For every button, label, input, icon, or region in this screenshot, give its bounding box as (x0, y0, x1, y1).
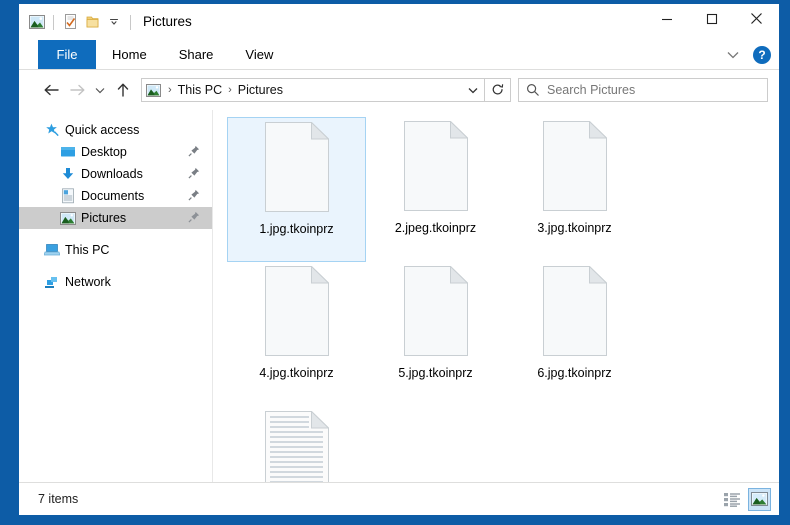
view-mode-buttons (721, 487, 771, 511)
sidebar-item-label: This PC (65, 243, 110, 257)
navigation-pane: Quick access Desktop Downloads Documents… (19, 110, 212, 482)
recent-locations-chevron-icon[interactable] (90, 77, 110, 103)
large-icons-view-button[interactable] (748, 487, 771, 511)
sidebar-item-label: Downloads (81, 167, 143, 181)
window-title: Pictures (143, 14, 192, 30)
file-name: 1.jpg.tkoinprz (259, 222, 334, 236)
sidebar-item-downloads[interactable]: Downloads (19, 163, 212, 185)
search-icon (519, 83, 547, 97)
tab-share[interactable]: Share (163, 40, 230, 69)
minimize-button[interactable] (644, 4, 689, 33)
file-item[interactable]: 1.jpg.tkoinprz (227, 117, 366, 262)
address-dropdown-chevron-icon[interactable] (462, 86, 484, 95)
this-pc-icon (43, 241, 61, 259)
back-button[interactable] (38, 77, 64, 103)
tab-home[interactable]: Home (96, 40, 163, 69)
title-bar: Pictures (19, 4, 779, 40)
main-area: Quick access Desktop Downloads Documents… (19, 110, 779, 515)
tab-view[interactable]: View (229, 40, 289, 69)
file-item[interactable]: 4.jpg.tkoinprz (227, 262, 366, 407)
documents-icon (59, 187, 77, 205)
window-controls (644, 4, 779, 33)
file-name: 5.jpg.tkoinprz (398, 366, 473, 380)
details-view-button[interactable] (721, 488, 744, 511)
sidebar-item-label: Desktop (81, 145, 127, 159)
status-bar: 7 items (19, 482, 779, 515)
breadcrumb-item-this-pc[interactable]: This PC (176, 83, 224, 97)
file-name: 3.jpg.tkoinprz (537, 221, 612, 235)
blank-file-icon (264, 266, 329, 363)
sidebar-item-this-pc[interactable]: This PC (19, 239, 212, 261)
properties-icon[interactable] (59, 11, 81, 33)
expand-ribbon-chevron-icon[interactable] (721, 43, 745, 67)
file-grid: 1.jpg.tkoinprz 2.jpeg.tkoinprz 3.jpg.tko… (213, 117, 779, 515)
sidebar-item-label: Pictures (81, 211, 127, 225)
breadcrumb-item-pictures[interactable]: Pictures (236, 83, 285, 97)
sidebar-item-network[interactable]: Network (19, 271, 212, 293)
maximize-button[interactable] (689, 4, 734, 33)
pictures-icon (59, 209, 77, 227)
pin-icon[interactable] (188, 145, 200, 160)
new-folder-icon[interactable] (81, 11, 103, 33)
pin-icon[interactable] (188, 167, 200, 182)
pin-icon[interactable] (188, 211, 200, 226)
breadcrumb-separator-1[interactable]: › (164, 84, 176, 96)
blank-file-icon (403, 266, 468, 363)
customize-qat-chevron-icon[interactable] (103, 11, 125, 33)
network-icon (43, 273, 61, 291)
search-box[interactable]: Search Pictures (518, 78, 768, 102)
sidebar-item-label: Documents (81, 189, 145, 203)
breadcrumb-pictures-icon (142, 83, 164, 97)
file-item[interactable]: 6.jpg.tkoinprz (505, 262, 644, 407)
file-name: 6.jpg.tkoinprz (537, 366, 612, 380)
blank-file-icon (542, 121, 607, 218)
desktop-icon (59, 143, 77, 161)
file-item[interactable]: 3.jpg.tkoinprz (505, 117, 644, 262)
quick-access-toolbar: Pictures (19, 11, 192, 33)
file-item[interactable]: 5.jpg.tkoinprz (366, 262, 505, 407)
sidebar-gap-1 (19, 229, 212, 239)
downloads-icon (59, 165, 77, 183)
sidebar-item-label: Network (65, 275, 111, 289)
forward-button[interactable] (64, 77, 90, 103)
blank-file-icon (264, 122, 329, 219)
sidebar-item-documents[interactable]: Documents (19, 185, 212, 207)
blank-file-icon (403, 121, 468, 218)
search-input[interactable]: Search Pictures (547, 83, 635, 97)
file-name: 2.jpeg.tkoinprz (394, 221, 477, 235)
sidebar-item-desktop[interactable]: Desktop (19, 141, 212, 163)
address-bar-row: › This PC › Pictures Search Pictures (19, 70, 779, 110)
sidebar-item-quick-access[interactable]: Quick access (19, 119, 212, 141)
file-item[interactable]: 2.jpeg.tkoinprz (366, 117, 505, 262)
blank-file-icon (542, 266, 607, 363)
qat-separator-2 (130, 14, 131, 30)
sidebar-gap-2 (19, 261, 212, 271)
file-name: 4.jpg.tkoinprz (259, 366, 334, 380)
explorer-window: PCrisk risk.com (19, 4, 779, 515)
ribbon-tab-bar: File Home Share View ? (19, 40, 779, 70)
help-button[interactable]: ? (753, 45, 771, 64)
sidebar-item-pictures[interactable]: Pictures (19, 207, 212, 229)
sidebar-item-label: Quick access (65, 123, 140, 137)
qat-separator-1 (53, 14, 54, 30)
item-count-label: 7 items (38, 492, 79, 506)
tab-file[interactable]: File (38, 40, 96, 69)
pictures-folder-icon[interactable] (26, 11, 48, 33)
close-button[interactable] (734, 4, 779, 33)
star-pin-icon (43, 121, 61, 139)
address-bar[interactable]: › This PC › Pictures (141, 78, 485, 102)
file-list-pane[interactable]: 1.jpg.tkoinprz 2.jpeg.tkoinprz 3.jpg.tko… (213, 110, 779, 515)
window-frame: PCrisk risk.com (0, 0, 790, 525)
refresh-button[interactable] (485, 78, 511, 102)
pin-icon[interactable] (188, 189, 200, 204)
breadcrumb-separator-2[interactable]: › (224, 84, 236, 96)
ribbon-right-controls: ? (721, 40, 771, 69)
up-button[interactable] (110, 77, 136, 103)
